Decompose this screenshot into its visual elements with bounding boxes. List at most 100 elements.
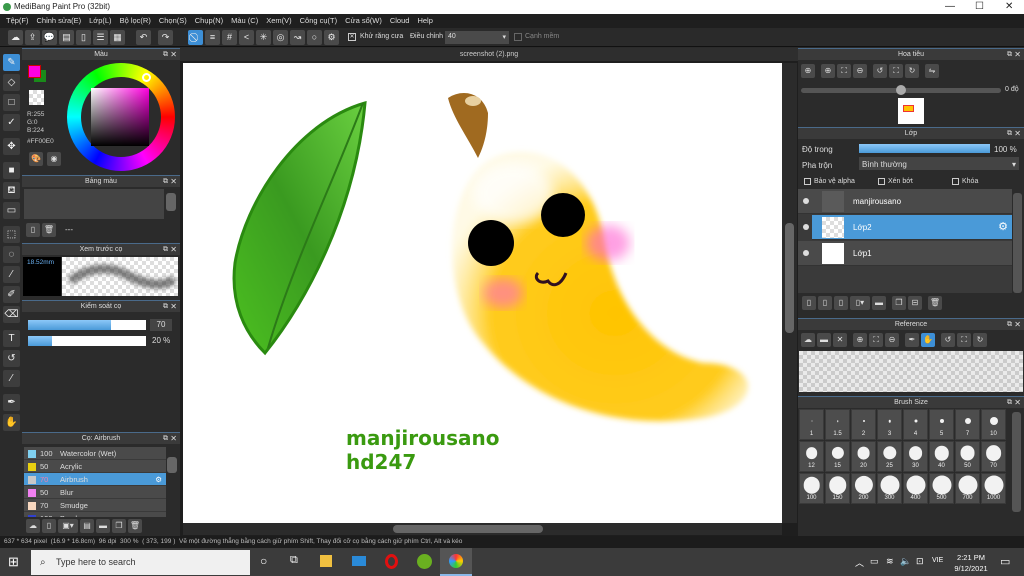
folder-icon[interactable]: ▬	[872, 296, 886, 310]
antialias-checkbox[interactable]: ✕	[348, 33, 356, 41]
rotate-right-icon[interactable]: ↻	[905, 64, 919, 78]
circle-snap-icon[interactable]: ○	[307, 30, 322, 45]
gradient-tool-icon[interactable]: ▭	[3, 202, 20, 219]
popout-icon[interactable]: ⧉	[163, 176, 168, 188]
duplicate-icon[interactable]: ❐	[112, 519, 126, 533]
rotate-left-icon[interactable]: ↺	[873, 64, 887, 78]
clipping-checkbox[interactable]	[878, 178, 885, 185]
menu-item[interactable]: Màu (C)	[229, 14, 264, 28]
brush-tool-icon[interactable]: ✎	[3, 54, 20, 71]
battery-icon[interactable]: ▭	[870, 556, 879, 567]
new-halftone-layer-icon[interactable]: ▯	[818, 296, 832, 310]
popout-icon[interactable]: ⧉	[163, 244, 168, 256]
brush-settings-icon[interactable]: ▤	[80, 519, 94, 533]
brush-item[interactable]: 50 Blur	[24, 486, 166, 499]
layer-row[interactable]: manjirousano	[798, 189, 1012, 214]
menu-item[interactable]: Chọn(S)	[157, 14, 193, 28]
notifications-icon[interactable]: ▭	[1000, 555, 1010, 568]
menu-item[interactable]: Chụp(N)	[193, 14, 229, 28]
perspective-snap-icon[interactable]: <	[239, 30, 254, 45]
radial-snap-icon[interactable]: ✳	[256, 30, 271, 45]
page-manage-icon[interactable]: ☰	[93, 30, 108, 45]
open-folder-icon[interactable]: ▬	[817, 333, 831, 347]
move-tool-icon[interactable]: ✥	[3, 138, 20, 155]
fit-icon[interactable]: ⛶	[837, 64, 851, 78]
rotation-slider[interactable]	[801, 85, 1001, 95]
add-brush-menu-icon[interactable]: ▣▾	[58, 519, 78, 533]
brush-item[interactable]: 50 Acrylic	[24, 460, 166, 473]
app-icon[interactable]	[417, 554, 432, 569]
palette-icon[interactable]: 🎨	[29, 152, 43, 166]
brush-item[interactable]: 70 Airbrush ⚙	[24, 473, 166, 486]
brush-size-option[interactable]: 2	[851, 409, 876, 440]
hand-tool-icon[interactable]: ✋	[3, 414, 20, 431]
cloud-brush-icon[interactable]: ☁	[26, 519, 40, 533]
language-indicator[interactable]: VIE	[932, 557, 943, 564]
trash-icon[interactable]: 🗑	[928, 296, 942, 310]
eyedropper-tool-icon[interactable]: ✒	[3, 394, 20, 411]
palette-settings-icon[interactable]: ◉	[47, 152, 61, 166]
brush-size-option[interactable]: 500	[929, 473, 954, 504]
redo-icon[interactable]: ↷	[158, 30, 173, 45]
menu-item[interactable]: Lớp(L)	[87, 14, 117, 28]
menu-item[interactable]: Công cụ(T)	[298, 14, 344, 28]
close-icon[interactable]: ✕	[170, 49, 177, 61]
maximize-button[interactable]: ☐	[975, 1, 984, 12]
gear-icon[interactable]: ⚙	[155, 473, 162, 486]
close-reference-icon[interactable]: ✕	[833, 333, 847, 347]
adjust-select[interactable]: 40 ▾	[445, 31, 509, 44]
brush-size-option[interactable]: 100	[799, 473, 824, 504]
duplicate-layer-icon[interactable]: ❐	[892, 296, 906, 310]
menu-item[interactable]: Tệp(F)	[4, 14, 35, 28]
popout-icon[interactable]: ⧉	[1007, 397, 1012, 409]
brush-size-option[interactable]: 15	[825, 441, 850, 472]
close-icon[interactable]: ✕	[170, 244, 177, 256]
trash-icon[interactable]: 🗑	[42, 223, 56, 237]
document-tab[interactable]: screenshot (2).png	[180, 48, 798, 61]
popout-icon[interactable]: ⧉	[1007, 128, 1012, 140]
scrollbar[interactable]	[1012, 412, 1021, 512]
new-brush-icon[interactable]: ▯	[42, 519, 56, 533]
concentric-snap-icon[interactable]: ◎	[273, 30, 288, 45]
eraser-tool-icon[interactable]: ◇	[3, 74, 20, 91]
reference-view[interactable]	[799, 351, 1023, 392]
merge-layer-icon[interactable]: ⊟	[908, 296, 922, 310]
visibility-icon[interactable]	[803, 250, 809, 256]
grid-snap-icon[interactable]: #	[222, 30, 237, 45]
scrollbar[interactable]	[167, 457, 177, 473]
hue-handle[interactable]	[142, 73, 151, 82]
select-pen-icon[interactable]: ✐	[3, 286, 20, 303]
close-icon[interactable]: ✕	[1014, 319, 1021, 331]
close-icon[interactable]: ✕	[170, 433, 177, 445]
message-icon[interactable]: ▤	[59, 30, 74, 45]
brush-size-option[interactable]: 40	[929, 441, 954, 472]
brush-size-option[interactable]: 300	[877, 473, 902, 504]
popout-icon[interactable]: ⧉	[1007, 49, 1012, 61]
brush-size-slider[interactable]	[28, 320, 146, 330]
chevron-up-icon[interactable]: ︿	[855, 556, 864, 569]
menu-item[interactable]: Xem(V)	[264, 14, 297, 28]
magic-wand-tool-icon[interactable]: ⁄	[3, 266, 20, 283]
brush-size-option[interactable]: 30	[903, 441, 928, 472]
brush-item[interactable]: 100 Watercolor (Wet)	[24, 447, 166, 460]
zoom-out-icon[interactable]: ⊖	[853, 64, 867, 78]
gear-icon[interactable]: ⚙	[998, 220, 1008, 233]
settings-snap-icon[interactable]: ⚙	[324, 30, 339, 45]
zoom-in-icon[interactable]: ⊕	[853, 333, 867, 347]
zoom-in-icon[interactable]: ⊕	[801, 64, 815, 78]
menu-item[interactable]: Cloud	[388, 14, 416, 28]
rect-select-tool-icon[interactable]: ⬚	[3, 226, 20, 243]
foreground-color-swatch[interactable]	[28, 65, 41, 78]
brush-item[interactable]: 70 Smudge	[24, 499, 166, 512]
saturation-value-square[interactable]	[91, 88, 149, 146]
store-icon[interactable]	[320, 555, 332, 567]
folder-icon[interactable]: ▬	[96, 519, 110, 533]
task-view-icon[interactable]: ⧉	[290, 554, 298, 567]
layer-row[interactable]: Lớp1	[798, 241, 1012, 266]
fit-icon[interactable]: ⛶	[869, 333, 883, 347]
popout-icon[interactable]: ⧉	[163, 433, 168, 445]
flip-icon[interactable]: ⇋	[925, 64, 939, 78]
drawing-canvas[interactable]: manjirousano hd247	[183, 63, 782, 523]
soft-edge-checkbox[interactable]	[514, 33, 522, 41]
opera-icon[interactable]	[385, 554, 398, 569]
